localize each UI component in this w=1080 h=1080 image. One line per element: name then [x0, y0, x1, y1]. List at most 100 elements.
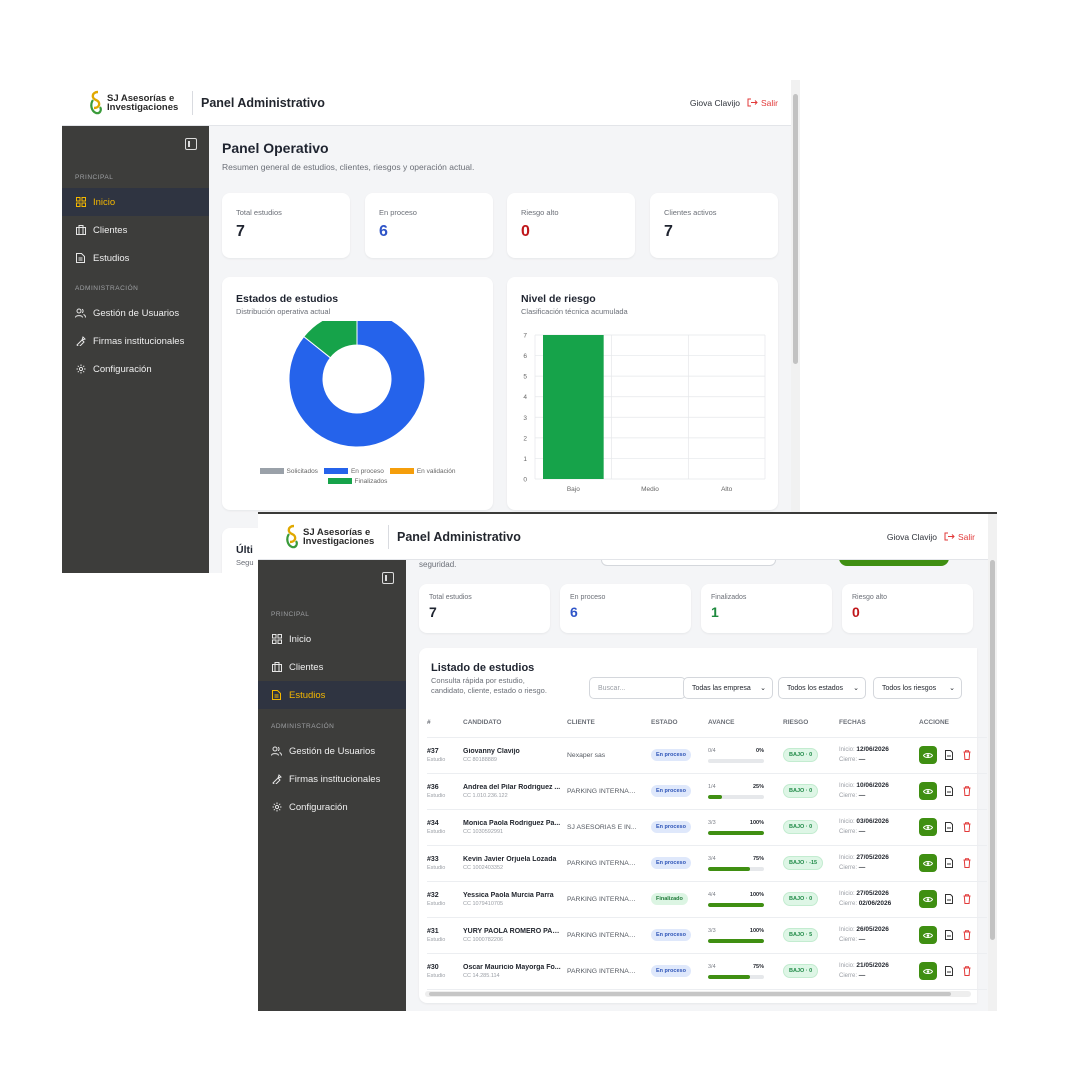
sidebar-item-usuarios[interactable]: Gestión de Usuarios	[258, 737, 406, 765]
sidebar-item-firmas[interactable]: Firmas institucionales	[258, 765, 406, 793]
brand-logo[interactable]: SJ Asesorías e Investigaciones	[258, 524, 388, 550]
view-button[interactable]	[919, 926, 937, 944]
legend-swatch	[323, 468, 348, 475]
legend-item[interactable]: En validación	[389, 468, 456, 475]
vertical-scrollbar[interactable]	[791, 80, 800, 573]
vertical-scrollbar[interactable]	[988, 514, 997, 1011]
table-body: #37 Estudio Giovanny Clavijo CC 80188889 Nex…	[427, 737, 987, 990]
delete-button[interactable]	[961, 964, 973, 978]
users-icon	[271, 746, 282, 757]
horizontal-scrollbar[interactable]	[425, 991, 971, 997]
view-button[interactable]	[919, 962, 937, 980]
new-study-button[interactable]	[839, 560, 949, 566]
stat-label: Finalizados	[711, 594, 747, 601]
company-filter[interactable]: Todas las empresa ⌄	[683, 677, 773, 699]
y-tick-label: 3	[523, 415, 527, 422]
search-input[interactable]: Buscar...	[589, 677, 686, 699]
briefcase-icon	[75, 225, 86, 236]
candidate-doc: CC 1000782206	[463, 936, 504, 943]
download-pdf-button[interactable]	[943, 784, 955, 798]
download-pdf-button[interactable]	[943, 892, 955, 906]
file-pdf-icon	[945, 750, 953, 760]
progress-cell: 0/4 0%	[708, 737, 783, 774]
table-row[interactable]: #34 Estudio Monica Paola Rodriguez Pa... CC…	[427, 809, 987, 846]
search-box-partial[interactable]	[601, 560, 776, 566]
table-header: # CANDIDATO CLIENTE ESTADO AVANCE RIESGO FECHA…	[427, 709, 987, 738]
sidebar-item-label: Inicio	[93, 196, 116, 208]
table-row[interactable]: #36 Estudio Andrea del Pilar Rodriguez ...…	[427, 773, 987, 810]
progress-bar	[708, 758, 764, 763]
delete-button[interactable]	[961, 748, 973, 762]
delete-button[interactable]	[961, 892, 973, 906]
collapse-sidebar-icon[interactable]	[185, 138, 197, 150]
sidebar-item-estudios[interactable]: Estudios	[258, 681, 406, 709]
sidebar-item-usuarios[interactable]: Gestión de Usuarios	[62, 299, 209, 327]
client-name: SJ ASESORIAS E IN...	[567, 823, 637, 831]
start-date: Inicio: 27/05/2026	[839, 853, 919, 863]
sidebar-item-inicio[interactable]: Inicio	[258, 625, 406, 653]
view-button[interactable]	[919, 818, 937, 836]
candidate-name: Kevin Javier Orjuela Lozada	[463, 855, 557, 863]
legend-item[interactable]: En proceso	[323, 468, 384, 475]
table-row[interactable]: #30 Estudio Óscar Mauricio Mayorga Fo... CC…	[427, 953, 987, 990]
sidebar-item-estudios[interactable]: Estudios	[62, 244, 209, 272]
section-administracion: ADMINISTRACIÓN	[75, 285, 139, 292]
stat-card-riesgo: Riesgo alto 0	[507, 193, 635, 258]
status-cell: En proceso	[651, 809, 708, 846]
logout-button[interactable]: Salir	[747, 98, 778, 108]
estudios-window: seguridad. Total estudios 7 En proceso 6 F…	[258, 514, 997, 1011]
risk-filter[interactable]: Todos los riesgos ⌄	[873, 677, 962, 699]
y-tick-label: 0	[523, 477, 527, 484]
brand-line-2: Investigaciones	[107, 101, 179, 113]
download-pdf-button[interactable]	[943, 928, 955, 942]
download-pdf-button[interactable]	[943, 856, 955, 870]
search-placeholder: Buscar...	[598, 684, 626, 692]
status-filter[interactable]: Todos los estados ⌄	[778, 677, 866, 699]
delete-button[interactable]	[961, 928, 973, 942]
bar-bajo[interactable]	[543, 335, 604, 479]
table-row[interactable]: #31 Estudio YURY PAOLA ROMERO PAR... CC 100…	[427, 917, 987, 954]
dashboard-window: SJ Asesorías e Investigaciones Panel Admi…	[62, 80, 800, 573]
legend-swatch	[389, 468, 414, 475]
sidebar-item-configuracion[interactable]: Configuración	[258, 793, 406, 821]
download-pdf-button[interactable]	[943, 748, 955, 762]
scrollbar-thumb[interactable]	[990, 560, 995, 940]
sidebar-item-clientes[interactable]: Clientes	[258, 653, 406, 681]
view-button[interactable]	[919, 782, 937, 800]
logout-button[interactable]: Salir	[944, 532, 975, 542]
candidate-cell: YURY PAOLA ROMERO PAR... CC 1000782206	[463, 917, 567, 954]
table-row[interactable]: #32 Estudio Yessica Paola Murcia Parra CC 1…	[427, 881, 987, 918]
download-pdf-button[interactable]	[943, 964, 955, 978]
user-name: Giova Clavijo	[886, 531, 937, 542]
download-pdf-button[interactable]	[943, 820, 955, 834]
view-button[interactable]	[919, 854, 937, 872]
progress-bar	[708, 830, 764, 835]
candidate-name: YURY PAOLA ROMERO PAR...	[463, 927, 561, 935]
table-row[interactable]: #37 Estudio Giovanny Clavijo CC 80188889 Nex…	[427, 737, 987, 774]
brand-line-2: Investigaciones	[303, 535, 375, 547]
delete-button[interactable]	[961, 784, 973, 798]
file-pdf-icon	[945, 930, 953, 940]
column-header: CLIENTE	[567, 709, 651, 738]
view-button[interactable]	[919, 746, 937, 764]
start-label: Inicio:	[839, 855, 855, 861]
legend-item[interactable]: Finalizados	[327, 478, 387, 485]
horizontal-scrollbar-thumb[interactable]	[429, 992, 951, 996]
end-label: Cierre:	[839, 829, 858, 835]
logout-label: Salir	[957, 531, 975, 542]
sidebar-item-clientes[interactable]: Clientes	[62, 216, 209, 244]
scrollbar-thumb[interactable]	[793, 94, 798, 364]
sidebar-item-inicio[interactable]: Inicio	[62, 188, 209, 216]
row-actions	[919, 926, 987, 944]
delete-button[interactable]	[961, 820, 973, 834]
view-button[interactable]	[919, 890, 937, 908]
delete-button[interactable]	[961, 856, 973, 870]
table-row[interactable]: #33 Estudio Kevin Javier Orjuela Lozada CC …	[427, 845, 987, 882]
legend-item[interactable]: Solicitados	[259, 468, 318, 475]
collapse-sidebar-icon[interactable]	[382, 572, 394, 584]
risk-badge: BAJO · -15	[783, 856, 824, 870]
sidebar-item-configuracion[interactable]: Configuración	[62, 355, 209, 383]
sidebar-item-firmas[interactable]: Firmas institucionales	[62, 327, 209, 355]
stat-card-total: Total estudios 7	[419, 584, 550, 633]
brand-logo[interactable]: SJ Asesorías e Investigaciones	[62, 90, 192, 116]
